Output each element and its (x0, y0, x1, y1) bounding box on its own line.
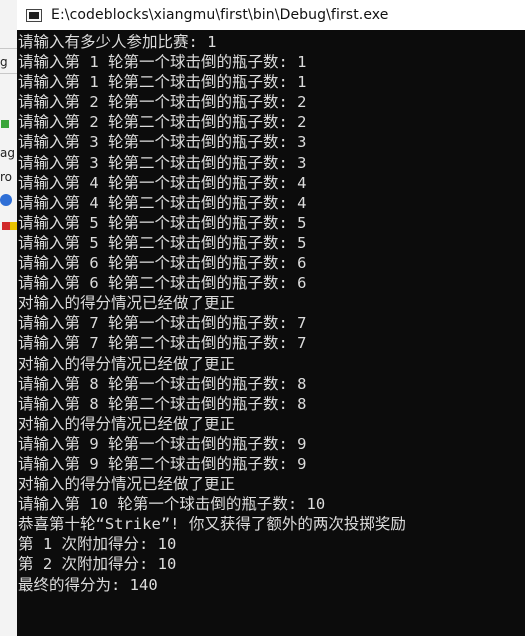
console-line: 请输入第 4 轮第一个球击倒的瓶子数: 4 (18, 173, 307, 192)
console-line: 请输入第 9 轮第一个球击倒的瓶子数: 9 (18, 434, 307, 453)
console-line: 请输入第 8 轮第一个球击倒的瓶子数: 8 (18, 374, 307, 393)
background-window-sliver: g ag ro (0, 0, 18, 636)
console-line: 请输入第 3 轮第一个球击倒的瓶子数: 3 (18, 133, 307, 152)
background-text: ag (0, 146, 15, 160)
console-line: 请输入第 5 轮第二个球击倒的瓶子数: 5 (18, 233, 307, 252)
console-line: 请输入第 4 轮第二个球击倒的瓶子数: 4 (18, 193, 307, 212)
console-line: 请输入第 2 轮第一个球击倒的瓶子数: 2 (18, 93, 307, 112)
console-line: 请输入第 7 轮第一个球击倒的瓶子数: 7 (18, 314, 307, 333)
console-line: 请输入有多少人参加比赛: 1 (18, 33, 217, 51)
console-line: 请输入第 6 轮第一个球击倒的瓶子数: 6 (18, 254, 307, 273)
console-line: 对输入的得分情况已经做了更正 (18, 294, 236, 313)
console-line: 请输入第 1 轮第二个球击倒的瓶子数: 1 (18, 73, 307, 92)
console-window[interactable]: E:\codeblocks\xiangmu\first\bin\Debug\fi… (17, 0, 525, 636)
console-line: 请输入第 5 轮第一个球击倒的瓶子数: 5 (18, 213, 307, 232)
console-line: 恭喜第十轮“Strike”! 你又获得了额外的两次投掷奖励 (18, 515, 406, 534)
console-line: 第 1 次附加得分: 10 (18, 535, 177, 554)
window-title: E:\codeblocks\xiangmu\first\bin\Debug\fi… (51, 7, 389, 23)
background-text: ro (0, 170, 13, 184)
console-line: 请输入第 6 轮第二个球击倒的瓶子数: 6 (18, 274, 307, 293)
console-line: 对输入的得分情况已经做了更正 (18, 354, 236, 373)
red-square-icon (2, 222, 10, 230)
green-arrow-icon (1, 120, 9, 128)
console-line: 对输入的得分情况已经做了更正 (18, 475, 236, 494)
blue-circle-icon (0, 194, 12, 206)
console-line: 请输入第 3 轮第二个球击倒的瓶子数: 3 (18, 153, 307, 172)
title-bar[interactable]: E:\codeblocks\xiangmu\first\bin\Debug\fi… (17, 0, 525, 31)
divider (0, 73, 18, 74)
console-output[interactable]: 请输入有多少人参加比赛: 1 请输入第 1 轮第一个球击倒的瓶子数: 1 请输入第 … (17, 30, 525, 636)
console-line: 最终的得分为: 140 (18, 575, 158, 594)
console-line: 请输入第 7 轮第二个球击倒的瓶子数: 7 (18, 334, 307, 353)
console-line: 请输入第 8 轮第二个球击倒的瓶子数: 8 (18, 394, 307, 413)
console-line: 第 2 次附加得分: 10 (18, 555, 177, 574)
console-line: 请输入第 9 轮第二个球击倒的瓶子数: 9 (18, 454, 307, 473)
console-app-icon (26, 8, 42, 22)
console-line: 请输入第 10 轮第一个球击倒的瓶子数: 10 (18, 495, 326, 514)
console-line: 对输入的得分情况已经做了更正 (18, 414, 236, 433)
divider (0, 48, 18, 49)
background-text: g (0, 55, 8, 69)
console-line: 请输入第 2 轮第二个球击倒的瓶子数: 2 (18, 113, 307, 132)
console-line: 请输入第 1 轮第一个球击倒的瓶子数: 1 (18, 53, 307, 72)
